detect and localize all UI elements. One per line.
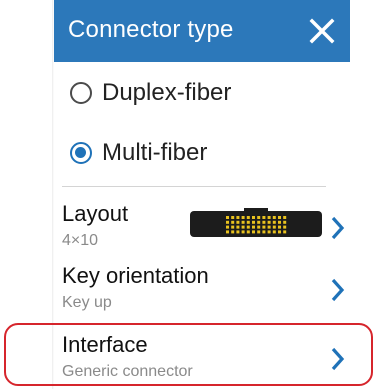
interface-highlight: [4, 323, 373, 386]
fiber-dot: [231, 230, 235, 234]
menu-item-value: 4×10: [62, 232, 99, 249]
fiber-dot: [246, 216, 250, 219]
fiber-dot: [283, 220, 287, 224]
fiber-dot: [262, 220, 266, 224]
fiber-dot: [252, 225, 255, 229]
fiber-dot: [236, 216, 240, 219]
menu-item-layout[interactable]: Layout 4×10: [60, 201, 346, 261]
menu-item-value: Key up: [62, 294, 112, 311]
fiber-dot: [267, 230, 271, 234]
fiber-dot: [231, 220, 235, 224]
fiber-dot: [272, 225, 276, 229]
menu-item-title: Key orientation: [62, 263, 209, 288]
fiber-dot: [283, 225, 287, 229]
fiber-dot: [226, 216, 229, 219]
chevron-right-icon: [331, 216, 345, 240]
fiber-dot: [241, 225, 245, 229]
fiber-dot: [262, 216, 266, 219]
fiber-dot: [252, 220, 255, 224]
fiber-dot: [231, 216, 235, 219]
fiber-dot: [262, 230, 266, 234]
chevron-right-icon: [331, 278, 345, 302]
option-multi-fiber[interactable]: Multi-fiber: [70, 131, 340, 175]
fiber-dot: [267, 216, 271, 219]
menu-item-key-orientation[interactable]: Key orientation Key up: [60, 263, 346, 323]
fiber-dot: [283, 216, 287, 219]
fiber-dot: [272, 230, 276, 234]
fiber-dot: [226, 230, 229, 234]
menu-item-title: Layout: [62, 201, 129, 226]
option-duplex-fiber[interactable]: Duplex-fiber: [70, 71, 340, 115]
option-label: Duplex-fiber: [102, 79, 232, 106]
fiber-dot: [257, 225, 261, 229]
fiber-dot: [278, 225, 281, 229]
fiber-dot: [278, 230, 281, 234]
fiber-dot: [278, 216, 281, 219]
fiber-dot: [241, 216, 245, 219]
panel-title: Connector type: [68, 16, 234, 43]
fiber-dot: [226, 220, 229, 224]
fiber-dot: [272, 220, 276, 224]
fiber-dot: [241, 230, 245, 234]
fiber-dot: [278, 220, 281, 224]
fiber-dot: [257, 220, 261, 224]
fiber-dot: [236, 225, 240, 229]
fiber-dot: [231, 225, 235, 229]
fiber-dot: [246, 225, 250, 229]
fiber-dot: [267, 225, 271, 229]
fiber-dot: [283, 230, 287, 234]
fiber-dot: [252, 216, 255, 219]
fiber-dot: [257, 230, 261, 234]
radio-unselected-icon[interactable]: [70, 82, 92, 104]
mpo-connector-icon: [190, 208, 322, 237]
radio-selected-icon[interactable]: [70, 142, 92, 164]
fiber-dot: [246, 220, 250, 224]
fiber-dot: [252, 230, 255, 234]
fiber-dot: [257, 216, 261, 219]
fiber-dot: [262, 225, 266, 229]
fiber-dot: [226, 225, 229, 229]
panel-header: Connector type: [54, 0, 350, 62]
fiber-dot: [267, 220, 271, 224]
fiber-dot: [236, 220, 240, 224]
fiber-dot: [272, 216, 276, 219]
divider: [62, 186, 326, 187]
option-label: Multi-fiber: [102, 139, 208, 166]
fiber-dot: [246, 230, 250, 234]
fiber-dot: [236, 230, 240, 234]
close-icon[interactable]: [304, 13, 340, 49]
fiber-dot: [241, 220, 245, 224]
